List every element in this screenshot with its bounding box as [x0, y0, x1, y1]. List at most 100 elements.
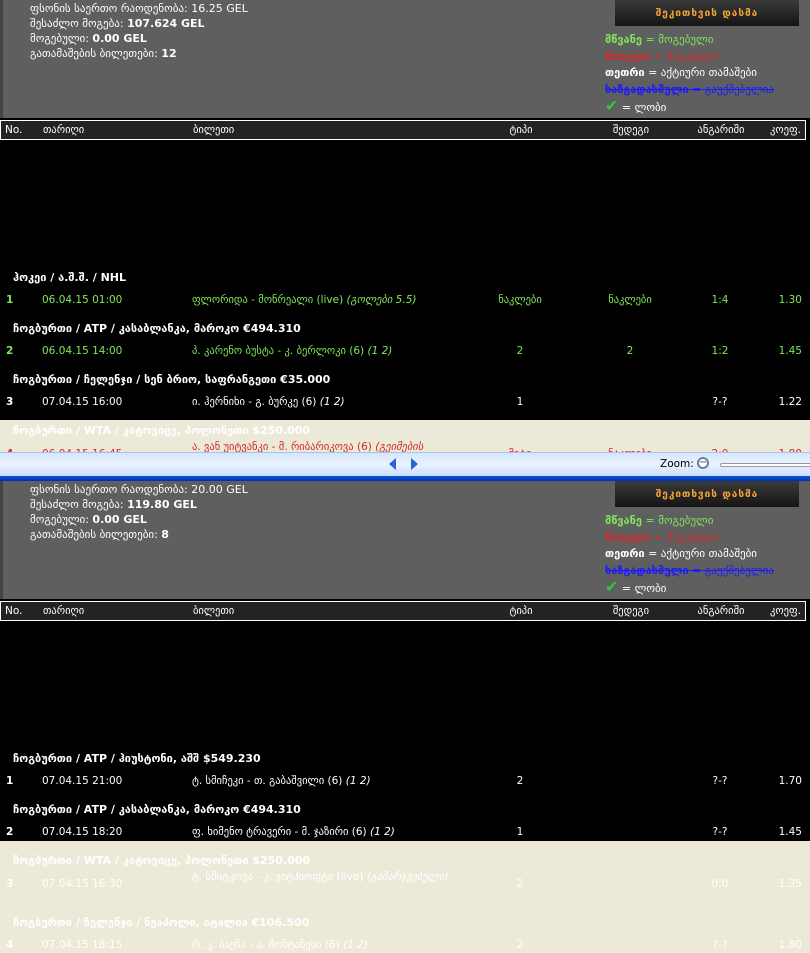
legend-blue-key: ხაზგადასმული [605, 82, 689, 96]
col-date: თარიღი [43, 124, 85, 136]
ask-question-button[interactable]: შეკითხვის დასმა [615, 0, 799, 26]
possible-win-label: შესაძლო მოგება: [30, 17, 124, 30]
col-coef: კოეფ. [770, 605, 801, 617]
tickets-value: 8 [161, 528, 169, 541]
row-score: ?-? [712, 826, 728, 838]
col-no: No. [5, 124, 23, 136]
ticket-match: ფლორიდა - მონრეალი (live) [192, 294, 344, 306]
row-ticket: ი. ჰერნიხი - გ. ბურკე (6) (1 2) [192, 394, 457, 410]
col-result: შედეგი [612, 605, 650, 617]
col-ticket: ბილეთი [193, 605, 235, 617]
event-group-title: ჰოკეი / ა.შ.შ. / NHL [13, 271, 127, 284]
summary-header: ფსონის საერთო რაოდენობა: 16.25 GEL შესაძ… [0, 0, 810, 118]
row-ticket: ფლორიდა - მონრეალი (live) (გოლები 5.5) [192, 292, 457, 308]
row-ticket: ტ. სმიჩეკი - თ. გაბაშვილი (6) (1 2) [192, 773, 457, 789]
event-group-title: ჩოგბურთი / ჩელენჯი / სენ ბრიო, საფრანგეთ… [13, 373, 331, 386]
row-coefficient: 1.80 [778, 939, 802, 951]
ticket-market: (გოლები 5.5) [346, 294, 417, 306]
row-date: 06.04.15 14:00 [42, 345, 123, 357]
legend-green-key: მწვანე [605, 33, 642, 46]
row-type: 2 [516, 939, 524, 951]
row-date: 07.04.15 18:15 [42, 939, 123, 951]
ticket-market: (1 2) [345, 775, 371, 787]
row-result: ნაკლები [608, 294, 652, 306]
total-stake-label: ფსონის საერთო რაოდენობა: [30, 2, 188, 15]
summary-header: ფსონის საერთო რაოდენობა: 20.00 GEL შესაძ… [0, 481, 810, 599]
tickets-value: 12 [161, 47, 177, 60]
row-coefficient: 1.30 [778, 294, 802, 306]
tickets-label: გათამაშების ბილეთები: [30, 528, 158, 541]
row-date: 07.04.15 21:00 [42, 775, 123, 787]
col-coef: კოეფ. [770, 124, 801, 136]
ticket-market: (1 2) [367, 345, 393, 357]
col-result: შედეგი [612, 124, 650, 136]
legend: მწვანე = მოგებული წითელი = წაგებული თეთრ… [605, 514, 774, 596]
row-coefficient: 1.35 [778, 878, 802, 890]
row-ticket: ფ. ხიმენო ტრავერი - მ. ჯაზირი (6) (1 2) [192, 824, 457, 840]
row-type: 2 [516, 775, 524, 787]
ticket-panel-2: ფსონის საერთო რაოდენობა: 20.00 GEL შესაძ… [0, 481, 810, 951]
row-number: 2 [6, 345, 14, 357]
tickets-label: გათამაშების ბილეთები: [30, 47, 158, 60]
legend-blue-value: გაუქმებულია [704, 82, 774, 96]
row-date: 07.04.15 18:20 [42, 826, 123, 838]
total-stake-value: 20.00 GEL [191, 483, 248, 496]
next-page-icon[interactable] [411, 458, 418, 470]
row-type: 2 [516, 345, 524, 357]
event-group-title: ჩოგბურთი / WTA / კატოვიცე, პოლონეთი $250… [13, 424, 311, 437]
total-stake-label: ფსონის საერთო რაოდენობა: [30, 483, 188, 496]
ticket-market: (1 2) [319, 396, 345, 408]
legend-red-key: წითელი [605, 530, 651, 544]
row-type: ნაკლები [498, 294, 542, 306]
legend-white-value: აქტიური თამაშები [660, 547, 757, 560]
viewer-toolbar: Zoom: − [0, 452, 810, 476]
row-ticket: რ. კ. ბაენა - ა. მონტანესი (6) (1 2) [192, 937, 457, 953]
row-date: 07.04.15 16:30 [42, 878, 123, 890]
ticket-market: (1 2) [343, 939, 369, 951]
legend-green-value: მოგებული [658, 33, 714, 46]
ticket-match: ტ. სმიჩეკი - თ. გაბაშვილი (6) [192, 775, 343, 787]
legend-white-key: თეთრი [605, 547, 645, 560]
row-number: 3 [6, 396, 14, 408]
row-number: 1 [6, 294, 14, 306]
row-score: 0:0 [711, 878, 729, 890]
row-coefficient: 1.45 [778, 826, 802, 838]
row-coefficient: 1.22 [778, 396, 802, 408]
row-ticket: პ. კარენო ბუსტა - კ. ბერლოკი (6) (1 2) [192, 343, 457, 359]
event-group-title: ჩოგბურთი / ATP / ჰიუსტონი, აშშ $549.230 [13, 752, 261, 765]
row-score: 1:2 [711, 345, 729, 357]
legend-red-key: წითელი [605, 49, 651, 63]
legend-blue-value: გაუქმებულია [704, 563, 774, 577]
column-header-row: No. თარიღი ბილეთი ტიპი შედეგი ანგარიში კ… [0, 601, 806, 621]
event-group-title: ჩოგბურთი / ATP / კასაბლანკა, მაროკო €494… [13, 322, 301, 335]
col-date: თარიღი [43, 605, 85, 617]
col-score: ანგარიში [697, 605, 745, 617]
event-group-title: ჩოგბურთი / ჩელენჯი / ნეაპოლი, იტალია €10… [13, 916, 310, 929]
legend-green-value: მოგებული [658, 514, 714, 527]
legend: მწვანე = მოგებული წითელი = წაგებული თეთრ… [605, 33, 774, 115]
stats: ფსონის საერთო რაოდენობა: 20.00 GEL შესაძ… [30, 482, 248, 542]
row-result: 2 [626, 345, 634, 357]
zoom-label: Zoom: [660, 458, 694, 470]
col-type: ტიპი [509, 124, 533, 136]
col-ticket: ბილეთი [193, 124, 235, 136]
previous-page-icon[interactable] [389, 458, 396, 470]
row-ticket: ტ. სმიტკოვა - კ. ვიტჰიოფტი (live) (გამარ… [192, 869, 457, 885]
checkmark-icon: ✔ [605, 96, 619, 115]
row-type: 1 [516, 826, 524, 838]
row-score: ?-? [712, 939, 728, 951]
row-score: ?-? [712, 775, 728, 787]
ask-question-button[interactable]: შეკითხვის დასმა [615, 481, 799, 507]
row-date: 07.04.15 16:00 [42, 396, 123, 408]
possible-win-label: შესაძლო მოგება: [30, 498, 124, 511]
row-coefficient: 1.70 [778, 775, 802, 787]
zoom-out-icon[interactable]: − [697, 457, 709, 469]
zoom-slider[interactable] [720, 463, 810, 467]
ticket-match: ი. ჰერნიხი - გ. ბურკე (6) [192, 396, 317, 408]
ticket-panel-1: ფსონის საერთო რაოდენობა: 16.25 GEL შესაძ… [0, 0, 810, 521]
row-type: 2 [516, 878, 524, 890]
row-date: 06.04.15 01:00 [42, 294, 123, 306]
row-score: 1:4 [711, 294, 729, 306]
ticket-match: ტ. სმიტკოვა - კ. ვიტჰიოფტი (live) [192, 871, 364, 883]
column-header-row: No. თარიღი ბილეთი ტიპი შედეგი ანგარიში კ… [0, 120, 806, 140]
